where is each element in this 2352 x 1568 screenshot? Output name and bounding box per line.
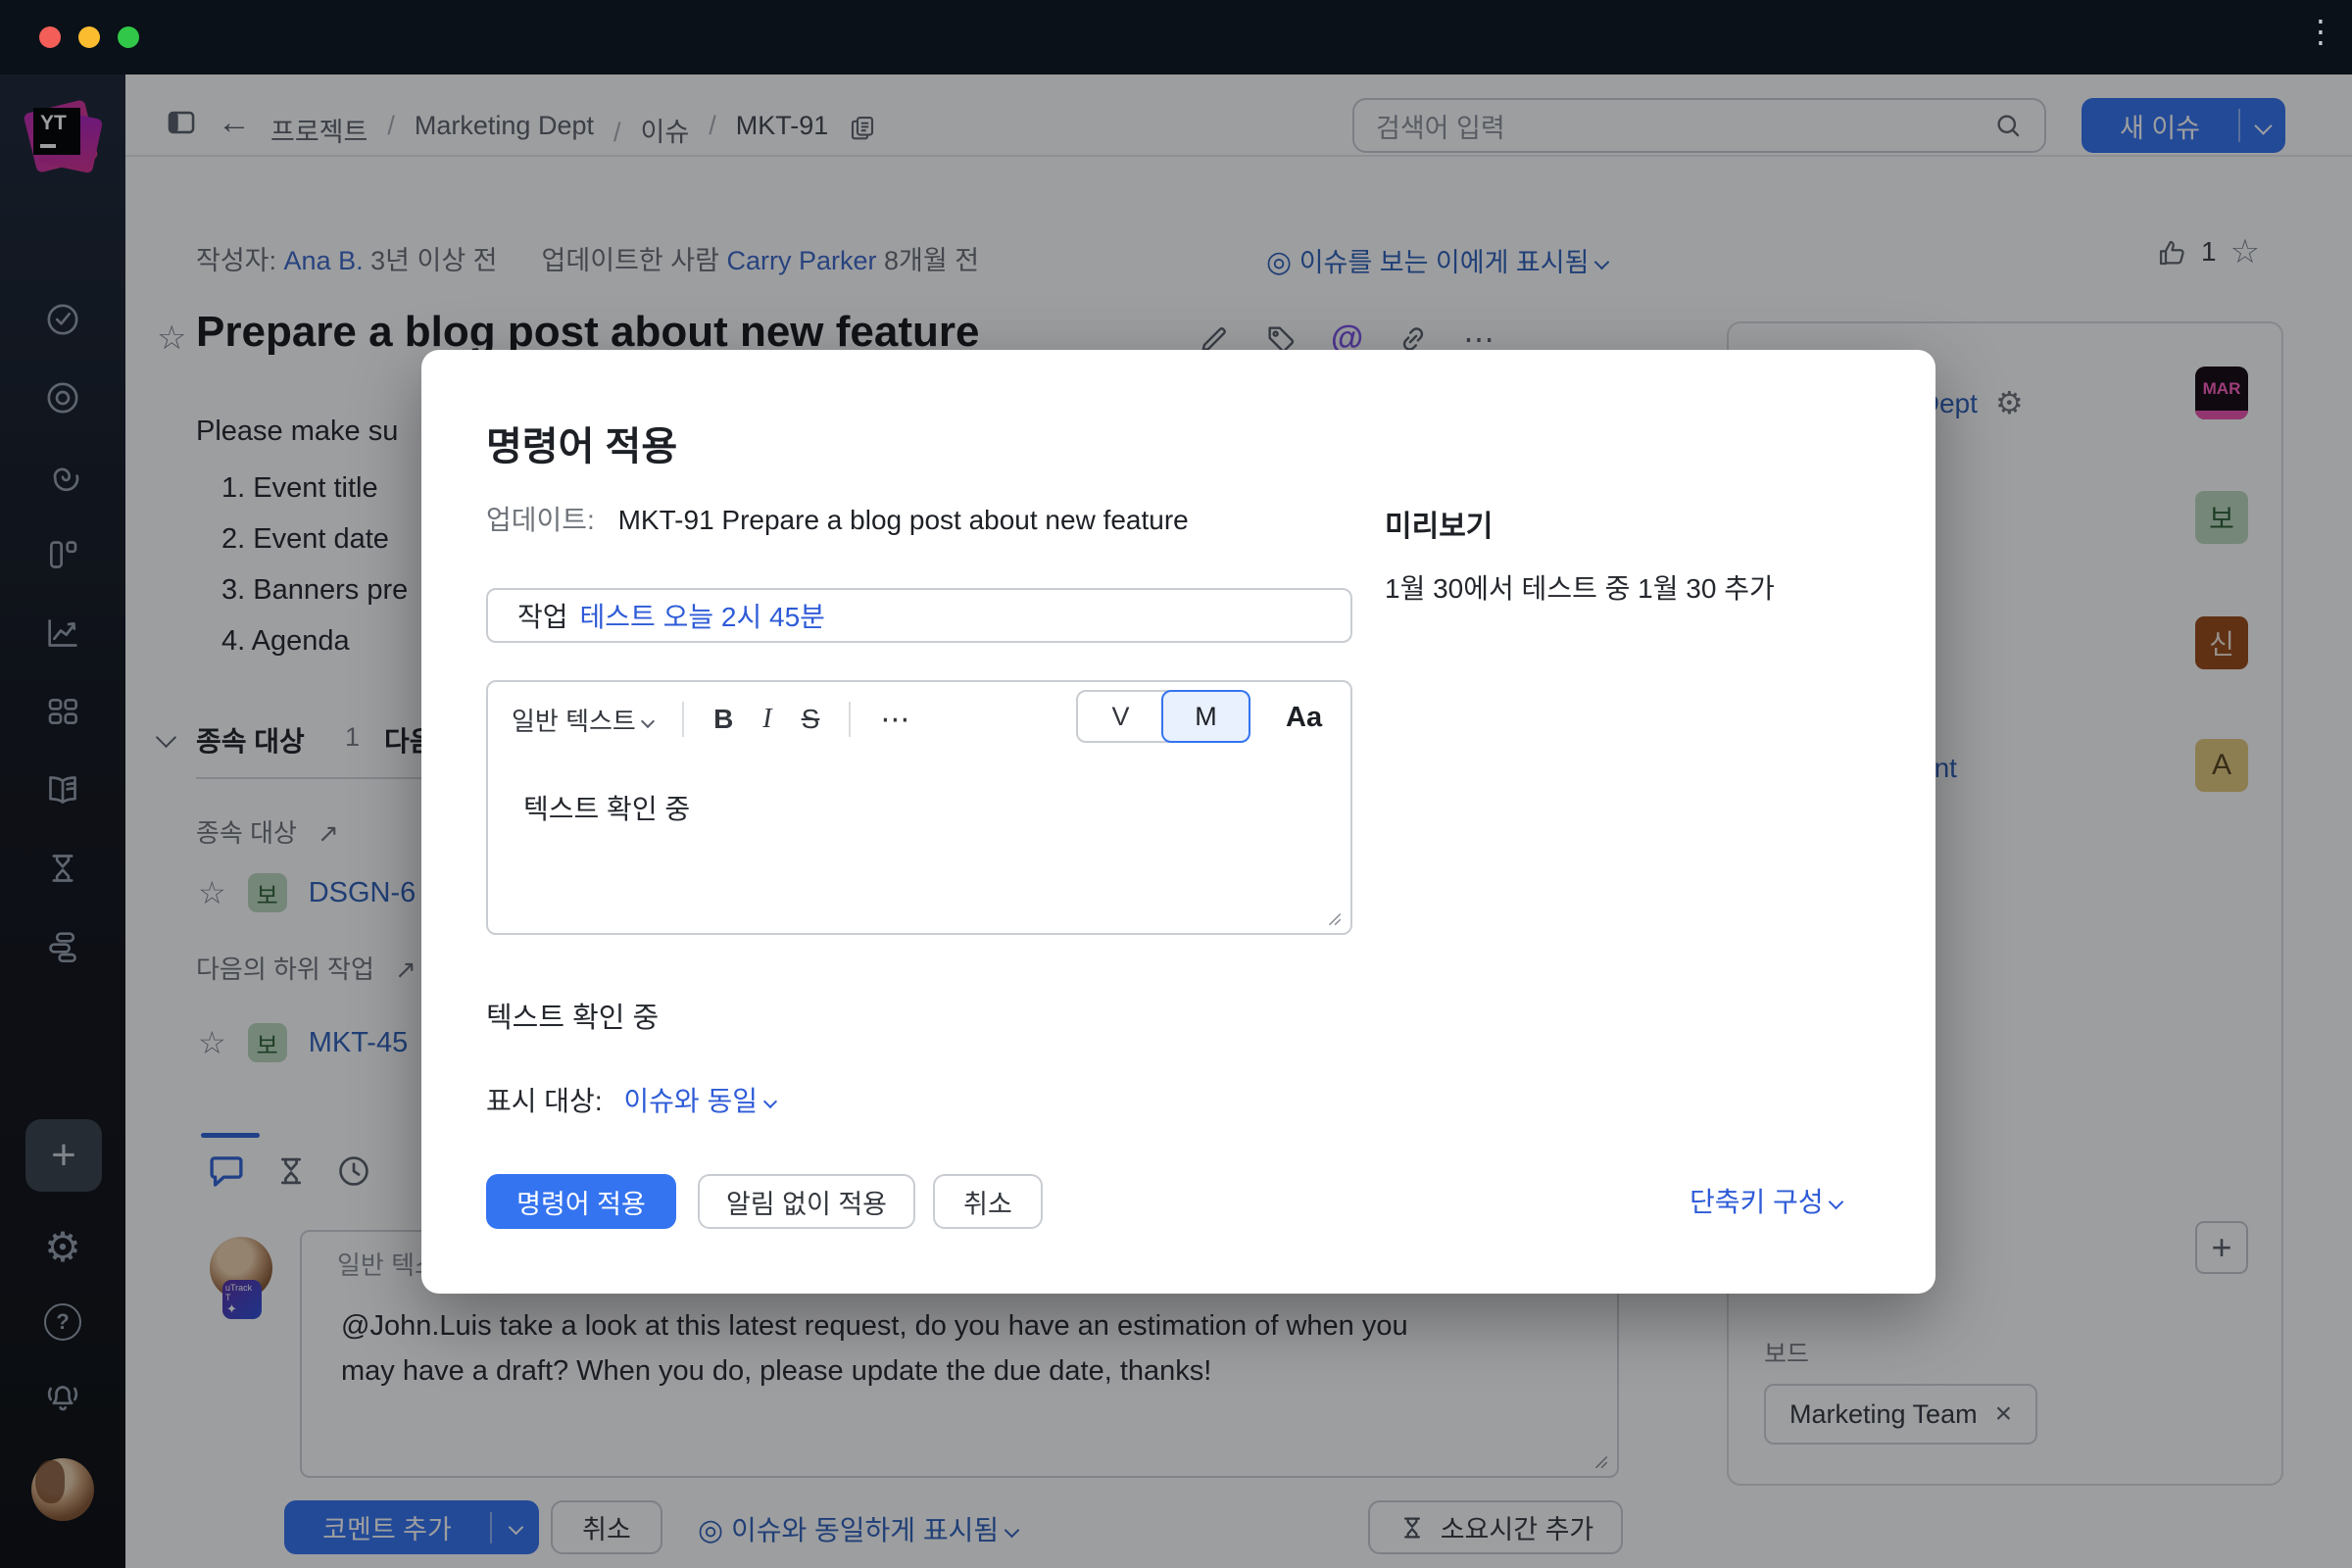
strikethrough-button[interactable]: S <box>802 704 820 735</box>
more-formatting-icon[interactable]: ⋯ <box>880 703 909 737</box>
apply-command-dialog: 명령어 적용 업데이트: MKT-91 Prepare a blog post … <box>421 350 1936 1294</box>
command-input[interactable]: 작업 테스트 오늘 2시 45분 <box>486 588 1352 643</box>
command-highlight: 테스트 오늘 2시 45분 <box>580 596 825 635</box>
minimize-window-button[interactable] <box>78 26 100 48</box>
italic-button[interactable]: I <box>762 704 771 735</box>
comment-textarea-value[interactable]: 텍스트 확인 중 <box>523 788 690 827</box>
visibility-label: 표시 대상: <box>486 1086 603 1116</box>
update-label: 업데이트: <box>486 505 595 535</box>
cancel-button[interactable]: 취소 <box>933 1174 1043 1229</box>
command-text: 작업 <box>517 596 568 635</box>
visual-mode-button[interactable]: V <box>1078 692 1163 741</box>
markdown-mode-button[interactable]: M <box>1161 690 1250 743</box>
youtrack-window: ⋮ YT <box>0 0 2352 1568</box>
browser-menu-icon[interactable]: ⋮ <box>2305 16 2336 47</box>
apply-command-button[interactable]: 명령어 적용 <box>486 1174 676 1229</box>
comment-editor-box[interactable]: 일반 텍스트 B I S ⋯ V M Aa 텍스트 확인 중 <box>486 680 1352 935</box>
dialog-title: 명령어 적용 <box>486 415 677 471</box>
visibility-row: 표시 대상: 이슈와 동일 <box>486 1080 775 1119</box>
editor-toolbar: 일반 텍스트 B I S ⋯ <box>512 694 909 745</box>
close-window-button[interactable] <box>39 26 61 48</box>
preview-command-text: 1월 30에서 테스트 중 1월 30 추가 <box>1385 567 1775 607</box>
apply-silently-button[interactable]: 알림 없이 적용 <box>698 1174 915 1229</box>
visibility-value-dropdown[interactable]: 이슈와 동일 <box>623 1086 774 1116</box>
dialog-update-row: 업데이트: MKT-91 Prepare a blog post about n… <box>486 499 1189 538</box>
bold-button[interactable]: B <box>713 704 733 735</box>
preview-heading: 미리보기 <box>1385 502 1493 545</box>
editor-mode-toggle: V M <box>1076 690 1250 743</box>
format-dropdown[interactable]: 일반 텍스트 <box>512 702 653 738</box>
resize-handle[interactable] <box>1325 909 1343 927</box>
titlebar: ⋮ <box>0 0 2352 74</box>
comment-preview-text: 텍스트 확인 중 <box>486 995 659 1036</box>
update-issue-ref: MKT-91 Prepare a blog post about new fea… <box>618 505 1189 535</box>
zoom-window-button[interactable] <box>118 26 139 48</box>
configure-shortcuts-dropdown[interactable]: 단축키 구성 <box>1690 1181 1841 1220</box>
text-size-button[interactable]: Aa <box>1286 702 1322 734</box>
